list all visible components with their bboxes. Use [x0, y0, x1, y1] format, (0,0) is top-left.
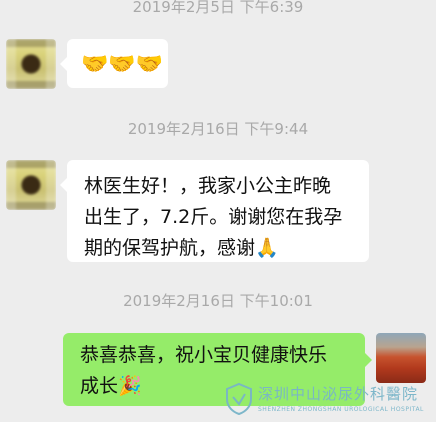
hospital-logo-icon — [226, 382, 252, 416]
avatar-image — [6, 39, 56, 89]
hospital-name-en: SHENZHEN ZHONGSHAN UROLOGICAL HOSPITAL — [258, 406, 424, 413]
hospital-name: 深圳中山泌尿外科醫院 — [258, 385, 419, 403]
message-line: 恭喜恭喜，祝小宝贝健康快乐 — [80, 344, 328, 366]
timestamp-3: 2019年2月16日 下午10:01 — [123, 292, 313, 310]
timestamp-1: 2019年2月5日 下午6:39 — [132, 0, 304, 16]
message-line: 期的保驾护航，感谢🙏 — [84, 237, 279, 259]
contact-avatar[interactable] — [6, 160, 56, 210]
contact-avatar[interactable] — [6, 39, 56, 89]
user-avatar[interactable] — [376, 333, 426, 383]
message-line: 林医生好！，我家小公主昨晚 — [84, 175, 332, 197]
avatar-image — [6, 160, 56, 210]
message-bubble-received-1[interactable]: 🤝🤝🤝 — [60, 39, 168, 88]
handshake-emoji-row: 🤝🤝🤝 — [81, 52, 164, 77]
message-bubble-received-2[interactable]: 林医生好！，我家小公主昨晚 出生了，7.2斤。谢谢您在我孕 期的保驾护航，感谢🙏 — [60, 160, 369, 262]
message-line: 出生了，7.2斤。谢谢您在我孕 — [84, 206, 343, 228]
timestamp-2: 2019年2月16日 下午9:44 — [127, 120, 309, 138]
hospital-watermark: 深圳中山泌尿外科醫院 SHENZHEN ZHONGSHAN UROLOGICAL… — [220, 378, 436, 422]
